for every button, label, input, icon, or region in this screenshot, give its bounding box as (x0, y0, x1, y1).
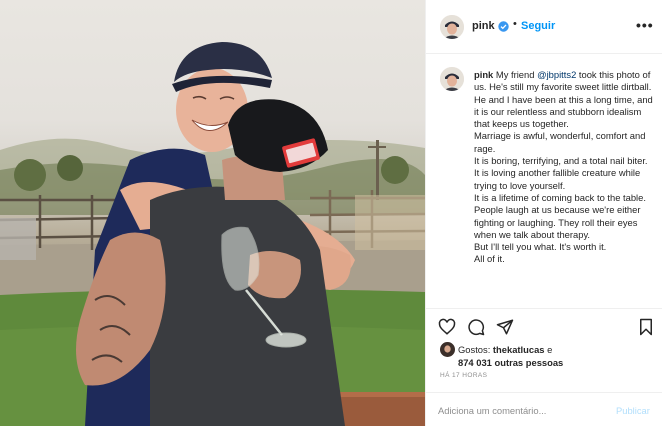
bookmark-icon[interactable] (637, 318, 655, 336)
caption-mention[interactable]: @jbpitts2 (537, 69, 576, 80)
caption-section: pink My friend @jbpitts2 took this photo… (426, 55, 662, 308)
liker-username[interactable]: thekatlucas (493, 344, 545, 355)
likes-connector: e (544, 344, 553, 355)
separator-dot: • (513, 18, 517, 30)
author-username[interactable]: pink (472, 20, 495, 32)
avatar-image (440, 15, 464, 39)
comment-input[interactable] (438, 400, 608, 420)
likes-prefix: Gostos: (458, 344, 493, 355)
post-side-panel: pink • Seguir ••• pink My friend @jbpitt… (425, 0, 662, 426)
avatar-image (440, 67, 464, 91)
likes-text: Gostos: thekatlucas e 874 031 outras pes… (458, 343, 653, 369)
caption-username[interactable]: pink (474, 69, 493, 80)
author-avatar[interactable] (440, 15, 464, 39)
share-icon[interactable] (496, 318, 514, 336)
caption-author-avatar[interactable] (440, 67, 464, 91)
follow-button[interactable]: Seguir (521, 20, 555, 32)
caption-line: All of it. (474, 253, 505, 265)
caption-line: It is loving another fallible creature w… (474, 167, 641, 191)
photo-illustration (0, 42, 425, 426)
caption-line: But I'll tell you what. It's worth it. (474, 241, 607, 253)
comment-box: Publicar (426, 392, 662, 426)
caption-line: It is a lifetime of coming back to the t… (474, 191, 646, 240)
post-header: pink • Seguir ••• (426, 0, 662, 54)
publish-button[interactable]: Publicar (616, 405, 650, 416)
caption-intro: My friend (495, 69, 538, 80)
comment-icon[interactable] (467, 318, 485, 336)
avatar-image (440, 342, 455, 357)
post-photo[interactable] (0, 0, 425, 426)
caption-text: pink My friend @jbpitts2 took this photo… (474, 69, 654, 266)
heart-icon[interactable] (438, 318, 456, 336)
likes-others-count[interactable]: 874 031 outras pessoas (458, 357, 563, 368)
action-bar (426, 308, 662, 344)
more-options-icon[interactable]: ••• (636, 17, 654, 33)
likes-section: Gostos: thekatlucas e 874 031 outras pes… (426, 340, 662, 370)
caption-line: Marriage is awful, wonderful, comfort an… (474, 130, 646, 154)
post-timestamp[interactable]: HÁ 17 HORAS (440, 372, 487, 379)
liker-avatar[interactable] (440, 342, 455, 357)
verified-badge-icon (498, 19, 509, 32)
caption-line: It is boring, terrifying, and a total na… (474, 155, 648, 167)
